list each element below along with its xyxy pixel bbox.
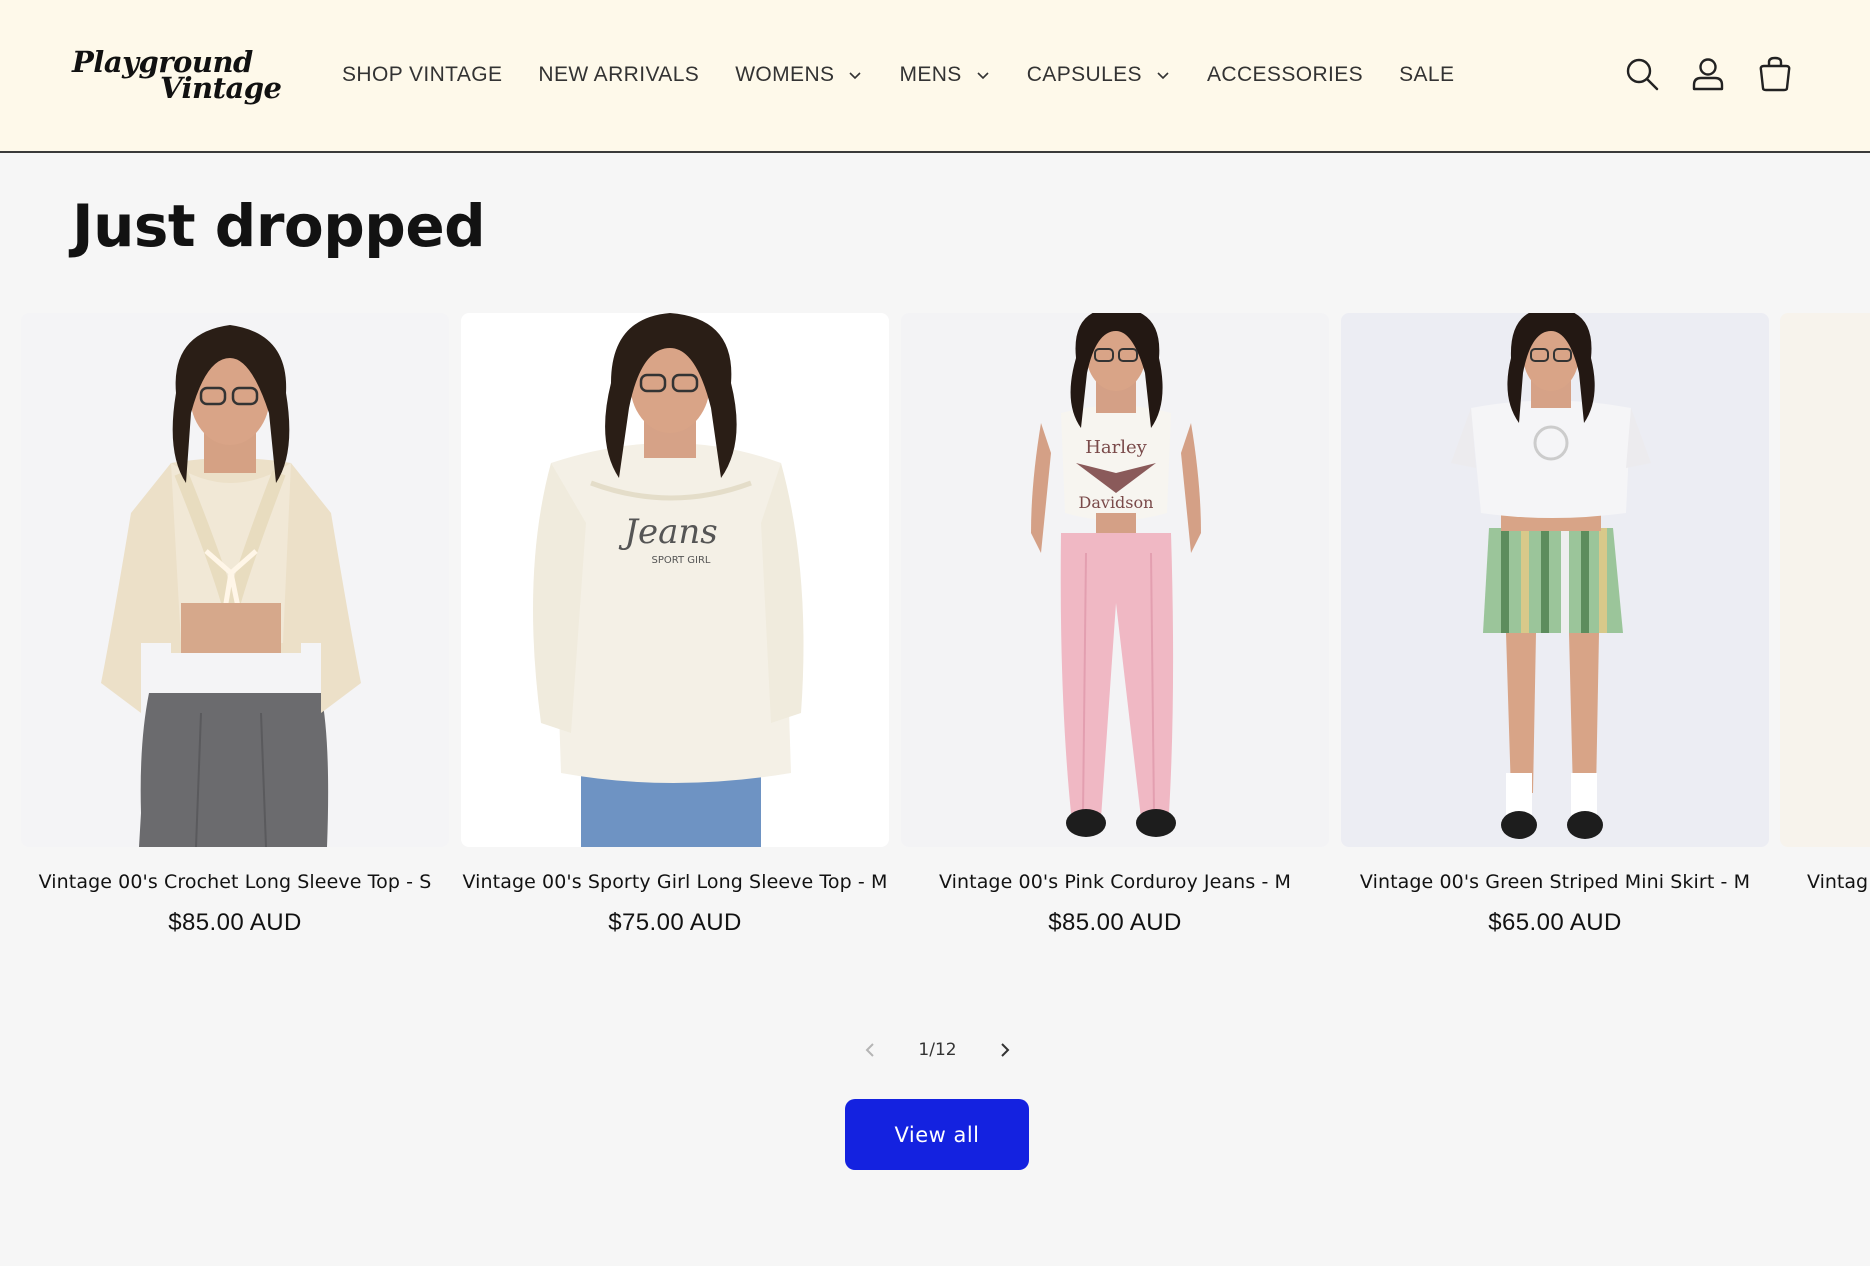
product-name[interactable]: Vintag [1780,871,1870,893]
nav-item-label: NEW ARRIVALS [538,63,700,86]
nav-item-sale[interactable]: SALE [1399,63,1454,87]
chevron-down-icon [1157,72,1169,80]
nav-item-capsules[interactable]: CAPSULES [1027,63,1171,87]
brand-logo-line2: Vintage [160,71,282,105]
search-icon[interactable] [1623,55,1661,93]
svg-text:Davidson: Davidson [1079,493,1154,512]
nav-item-label: SHOP VINTAGE [342,63,503,86]
nav-item-label: CAPSULES [1026,63,1142,86]
product-name[interactable]: Vintage 00's Green Striped Mini Skirt - … [1341,871,1769,893]
prev-slide-button[interactable] [855,1035,885,1065]
nav-item-accessories[interactable]: ACCESSORIES [1207,63,1363,87]
product-image[interactable] [21,313,449,847]
nav-item-shop-vintage[interactable]: SHOP VINTAGE [342,63,502,87]
chevron-down-icon [849,72,862,80]
product-card[interactable]: Harley Davidson Vintage 00's Pink Cordur… [901,313,1329,937]
product-price: $85.00 AUD [168,909,302,936]
product-price: $65.00 AUD [1488,909,1622,936]
product-price: $85.00 AUD [1048,909,1182,936]
product-image[interactable] [1780,313,1870,847]
svg-text:SPORT GIRL: SPORT GIRL [652,555,711,566]
brand-logo[interactable]: Playground Vintage [72,46,292,116]
main-nav: SHOP VINTAGE NEW ARRIVALS WOMENS MENS CA… [342,58,1490,92]
product-price: $75.00 AUD [608,909,742,936]
view-all-button[interactable]: View all [845,1099,1029,1170]
nav-item-label: WOMENS [735,63,835,86]
section-title: Just dropped [72,192,486,260]
product-name[interactable]: Vintage 00's Sporty Girl Long Sleeve Top… [461,871,889,893]
carousel-pager: 1/12 [855,1032,1020,1068]
svg-text:Harley: Harley [1085,437,1147,458]
product-card-partial[interactable]: Vintag [1780,313,1870,893]
nav-item-mens[interactable]: MENS [899,63,990,87]
product-image[interactable]: Harley Davidson [901,313,1329,847]
chevron-right-icon [1001,1043,1010,1057]
product-image[interactable]: Jeans SPORT GIRL [461,313,889,847]
nav-item-label: MENS [899,63,962,86]
product-name[interactable]: Vintage 00's Crochet Long Sleeve Top - S [21,871,449,893]
product-name[interactable]: Vintage 00's Pink Corduroy Jeans - M [901,871,1329,893]
next-slide-button[interactable] [990,1035,1020,1065]
site-header: Playground Vintage SHOP VINTAGE NEW ARRI… [0,0,1870,153]
product-card[interactable]: Vintage 00's Crochet Long Sleeve Top - S… [21,313,449,937]
product-card[interactable]: Jeans SPORT GIRL Vintage 00's Sporty Gir… [461,313,889,937]
cart-icon[interactable] [1756,55,1794,93]
product-image[interactable] [1341,313,1769,847]
nav-item-womens[interactable]: WOMENS [735,63,863,87]
chevron-down-icon [977,72,989,80]
product-card[interactable]: Vintage 00's Green Striped Mini Skirt - … [1341,313,1769,937]
nav-item-new-arrivals[interactable]: NEW ARRIVALS [538,63,699,87]
nav-item-label: ACCESSORIES [1206,63,1364,86]
slide-counter: 1/12 [918,1040,957,1060]
nav-item-label: SALE [1399,63,1455,86]
chevron-left-icon [865,1043,874,1057]
svg-text:Jeans: Jeans [618,512,717,552]
account-icon[interactable] [1689,55,1727,93]
